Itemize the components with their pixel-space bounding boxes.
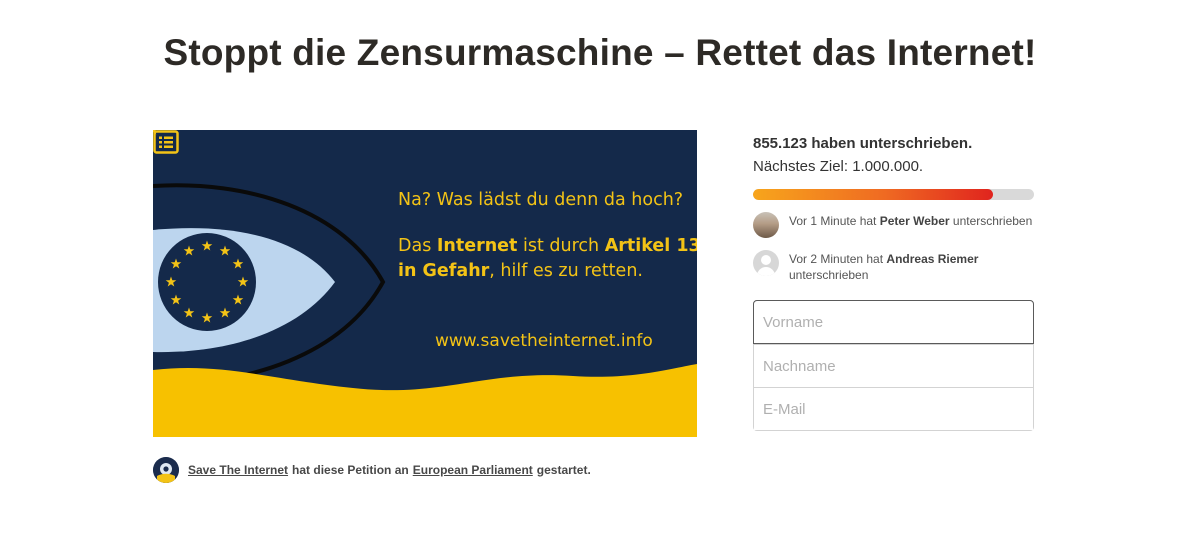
signer-text: Vor 1 Minute hat Peter Weber unterschrie… (789, 214, 1033, 228)
signature-progress-bar (753, 189, 1034, 200)
petition-starter: Save The Internet hat diese Petition an … (153, 456, 595, 483)
recent-signer: Vor 2 Minuten hat Andreas Riemer untersch… (753, 250, 1034, 283)
hero-headline: Na? Was lädst du denn da hoch? (398, 190, 684, 210)
signature-form (753, 300, 1034, 431)
signer-text: Vor 2 Minuten hat Andreas Riemer untersch… (789, 252, 979, 282)
signature-sidebar: 855.123 haben unterschrieben. Nächstes Z… (753, 130, 1034, 431)
signer-avatar (753, 212, 779, 238)
list-icon (153, 130, 179, 154)
recent-signer: Vor 1 Minute hat Peter Weber unterschrie… (753, 212, 1034, 238)
signature-count: 855.123 haben unterschrieben. Nächstes Z… (753, 135, 973, 175)
email-input[interactable] (754, 387, 1033, 430)
starter-text-end: gestartet. (536, 462, 591, 477)
hero-url: www.savetheinternet.info (435, 331, 653, 351)
petition-image: Na? Was lädst du denn da hoch? Das Inter… (153, 130, 697, 437)
first-name-input[interactable] (753, 300, 1034, 344)
last-name-input[interactable] (754, 344, 1033, 387)
savetheinternet-logo-icon[interactable] (153, 456, 179, 483)
default-avatar-icon (753, 250, 779, 276)
progress-fill (753, 189, 994, 200)
target-link[interactable]: European Parliament (413, 463, 533, 477)
page-title: Stoppt die Zensurmaschine – Rettet das I… (163, 32, 1037, 73)
creator-link[interactable]: Save The Internet (188, 463, 288, 477)
starter-text: hat diese Petition an (292, 462, 409, 477)
hero-message: Das Internet ist durch Artikel 13 in Gef… (398, 236, 697, 281)
